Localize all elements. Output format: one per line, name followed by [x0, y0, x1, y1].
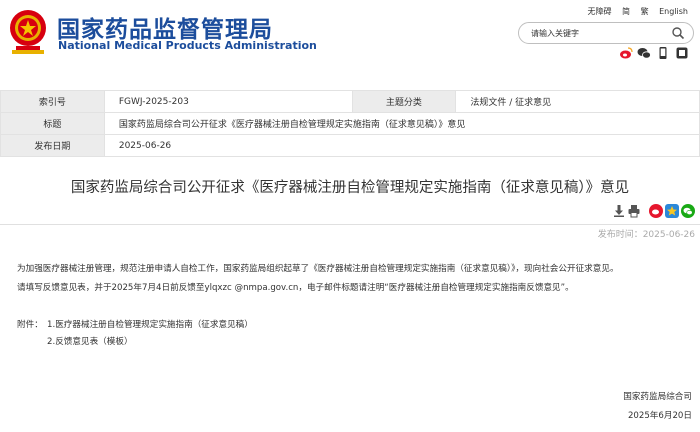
accessibility-link[interactable]: 无障碍	[587, 7, 611, 16]
print-icon[interactable]	[627, 204, 641, 218]
wechat-icon[interactable]	[637, 46, 651, 60]
traditional-link[interactable]: 繁	[641, 7, 649, 16]
article-tools	[612, 204, 696, 220]
article-paragraph-1: 为加强医疗器械注册管理，规范注册申请人自检工作，国家药监局组织起草了《医疗器械注…	[17, 264, 619, 274]
download-icon[interactable]	[612, 204, 626, 218]
document-info-table: 索引号 FGWJ-2025-203 主题分类 法规文件 / 征求意见 标题 国家…	[0, 90, 700, 157]
mobile-icon[interactable]	[656, 46, 670, 60]
article-title: 国家药监局综合司公开征求《医疗器械注册自检管理规定实施指南（征求意见稿）》意见	[70, 180, 630, 196]
attachment-link-2[interactable]: 2.反馈意见表（模板）	[47, 335, 133, 347]
wechat-share-icon[interactable]	[681, 204, 695, 218]
index-label: 索引号	[0, 90, 105, 113]
search-icon[interactable]	[671, 26, 685, 40]
index-value: FGWJ-2025-203	[103, 90, 353, 113]
date-value: 2025-06-26	[103, 134, 700, 157]
article-paragraph-2: 请填写反馈意见表，并于2025年7月4日前反馈至ylqxzc @nmpa.gov…	[17, 283, 574, 293]
signature-date: 2025年6月20日	[627, 411, 692, 421]
social-links	[619, 46, 694, 60]
search-box	[518, 22, 694, 44]
national-emblem-icon[interactable]	[8, 8, 48, 56]
simplified-link[interactable]: 简	[622, 7, 630, 16]
title-value: 国家药监局综合司公开征求《医疗器械注册自检管理规定实施指南（征求意见稿）》意见	[103, 112, 700, 135]
qzone-share-icon[interactable]	[665, 204, 679, 218]
site-title-en[interactable]: National Medical Products Administration	[58, 39, 317, 52]
title-label: 标题	[0, 112, 105, 135]
weibo-icon[interactable]	[619, 46, 633, 60]
top-links: 无障碍 简 繁 English	[579, 6, 688, 17]
topic-value: 法规文件 / 征求意见	[455, 90, 700, 113]
app-icon[interactable]	[675, 46, 689, 60]
signature-organization: 国家药监局综合司	[623, 392, 692, 402]
date-label: 发布日期	[0, 134, 105, 157]
divider	[0, 224, 700, 225]
attachment-link-1[interactable]: 1.医疗器械注册自检管理规定实施指南（征求意见稿）	[47, 318, 253, 330]
publish-date: 发布时间：2025-06-26	[597, 230, 695, 240]
english-link[interactable]: English	[659, 7, 688, 16]
weibo-share-icon[interactable]	[649, 204, 663, 218]
attachments-label: 附件：	[17, 320, 43, 330]
search-input[interactable]	[531, 26, 661, 40]
topic-label: 主题分类	[351, 90, 457, 113]
